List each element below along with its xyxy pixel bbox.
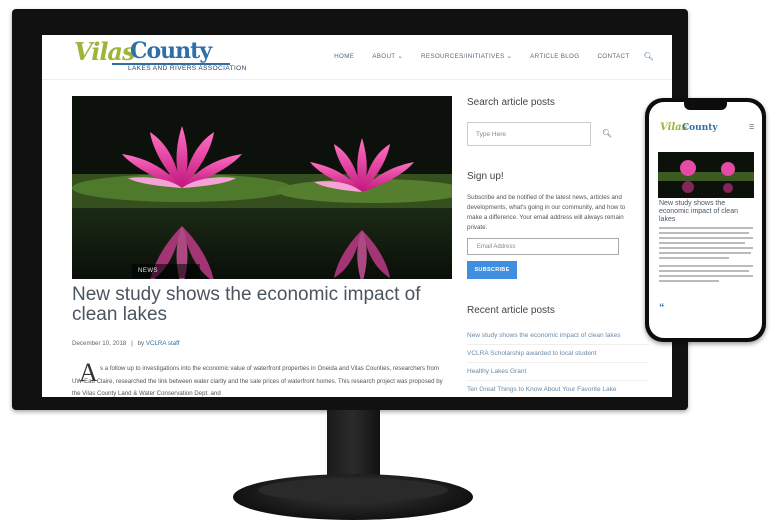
site-header: Vilas County LAKES AND RIVERS ASSOCIATIO… [42, 35, 672, 80]
monitor-screen: Vilas County LAKES AND RIVERS ASSOCIATIO… [42, 35, 672, 397]
quote-icon: “ [659, 302, 665, 314]
recent-post-link[interactable]: New study shows the economic impact of c… [467, 327, 649, 345]
recent-posts-heading: Recent article posts [467, 305, 555, 316]
subscribe-button[interactable]: SUBSCRIBE [467, 261, 517, 279]
article-author-link[interactable]: VCLRA staff [146, 340, 180, 347]
phone-article-body [659, 227, 753, 285]
nav-item-home[interactable]: HOME [334, 53, 354, 61]
recent-post-link[interactable]: Ten Great Things to Know About Your Favo… [467, 381, 649, 397]
logo-subtitle: LAKES AND RIVERS ASSOCIATION [128, 65, 247, 72]
news-category-tag[interactable]: NEWS [132, 264, 200, 278]
byline-by: by [137, 340, 145, 347]
hamburger-menu-icon[interactable]: ☰ [749, 124, 754, 131]
nav-item-about[interactable]: ABOUT ⌄ [372, 53, 403, 61]
article-date: December 10, 2018 [72, 340, 127, 347]
nav-item-article-blog[interactable]: ARTICLE BLOG [530, 53, 579, 61]
signup-heading: Sign up! [467, 171, 504, 182]
nav-item-resources[interactable]: RESOURCES/INITIATIVES ⌄ [421, 53, 512, 61]
recent-post-link[interactable]: Healthy Lakes Grant [467, 363, 649, 381]
nav-item-contact[interactable]: CONTACT [597, 53, 629, 61]
search-input[interactable]: Type Here [467, 122, 591, 146]
phone-hero-image[interactable] [658, 152, 754, 198]
monitor-bezel: Vilas County LAKES AND RIVERS ASSOCIATIO… [12, 9, 688, 410]
logo-text-vilas: Vilas [74, 37, 135, 66]
monitor-stand-base-top [258, 478, 448, 502]
phone-frame: Vilas County ☰ New study shows the econo… [645, 98, 766, 342]
email-field[interactable]: Email Address [467, 238, 619, 255]
hero-image-water-lilies[interactable] [72, 96, 452, 279]
search-submit-icon[interactable]: 🔍︎ [595, 122, 619, 146]
recent-post-link[interactable]: VCLRA Scholarship awarded to local stude… [467, 345, 649, 363]
main-nav: HOME ABOUT ⌄ RESOURCES/INITIATIVES ⌄ ART… [316, 52, 654, 61]
byline-separator: | [131, 340, 133, 347]
phone-logo-county: County [682, 123, 718, 133]
search-heading: Search article posts [467, 97, 555, 108]
recent-posts-list: New study shows the economic impact of c… [467, 327, 649, 397]
phone-screen: Vilas County ☰ New study shows the econo… [649, 102, 762, 338]
logo-text-county: County [130, 38, 212, 64]
signup-description: Subscribe and be notified of the latest … [467, 194, 626, 231]
search-icon[interactable]: 🔍︎ [644, 52, 654, 61]
phone-article-title[interactable]: New study shows the economic impact of c… [659, 200, 753, 224]
article-byline: December 10, 2018 | by VCLRA staff [72, 340, 179, 347]
site-logo[interactable]: Vilas County LAKES AND RIVERS ASSOCIATIO… [72, 37, 246, 77]
article-body: s a follow up to investigations into the… [72, 365, 443, 397]
phone-notch [684, 102, 727, 110]
article-title[interactable]: New study shows the economic impact of c… [72, 285, 452, 325]
